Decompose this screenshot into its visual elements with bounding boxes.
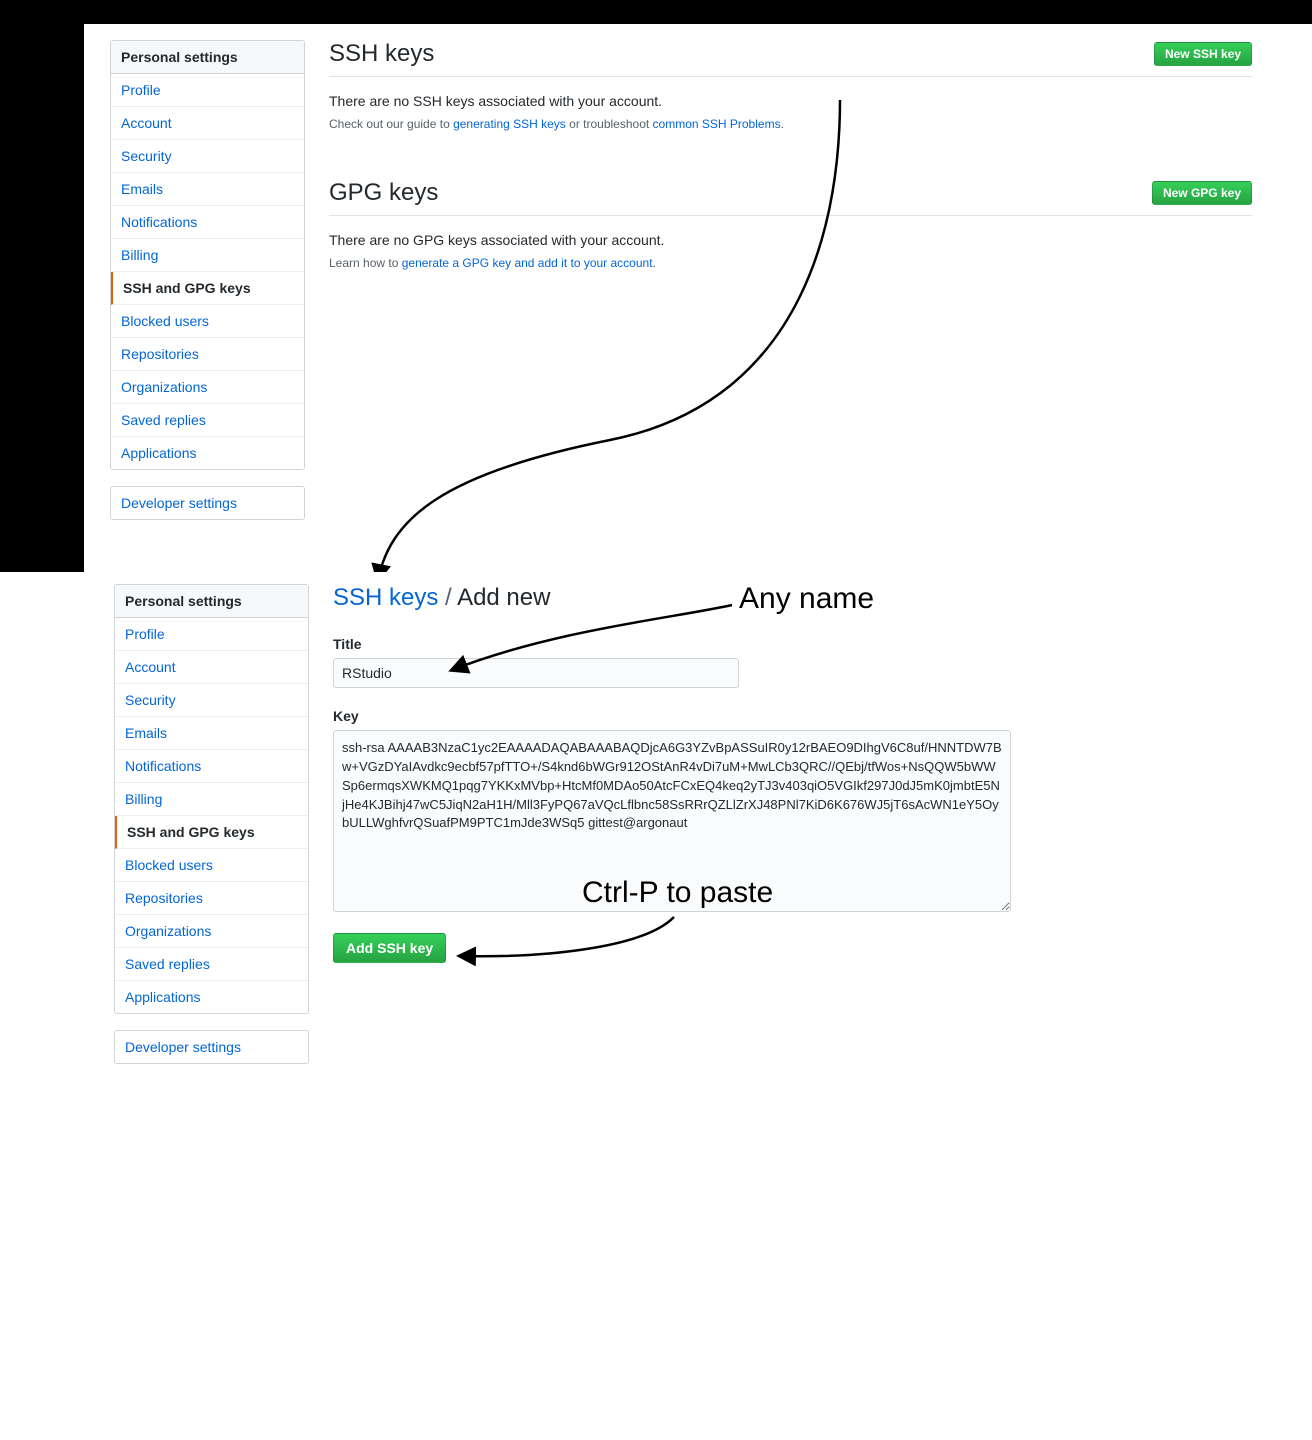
sidebar-item-notifications[interactable]: Notifications xyxy=(111,206,304,239)
sidebar-item-ssh-gpg-keys: SSH and GPG keys xyxy=(111,272,304,305)
sidebar-item-profile[interactable]: Profile xyxy=(111,74,304,107)
sidebar-item-account[interactable]: Account xyxy=(111,107,304,140)
sidebar-item-blocked-users-2[interactable]: Blocked users xyxy=(115,849,308,882)
sidebar-item-organizations-2[interactable]: Organizations xyxy=(115,915,308,948)
sidebar-item-notifications-2[interactable]: Notifications xyxy=(115,750,308,783)
sidebar-item-developer-settings-2[interactable]: Developer settings xyxy=(115,1031,308,1063)
sidebar-item-emails[interactable]: Emails xyxy=(111,173,304,206)
sidebar-item-billing[interactable]: Billing xyxy=(111,239,304,272)
sidebar-item-billing-2[interactable]: Billing xyxy=(115,783,308,816)
sidebar-item-developer-settings[interactable]: Developer settings xyxy=(111,487,304,519)
sidebar-item-repositories[interactable]: Repositories xyxy=(111,338,304,371)
ssh-keys-heading: SSH keys xyxy=(329,40,434,68)
title-input[interactable] xyxy=(333,658,739,688)
breadcrumb: SSH keys / Add new xyxy=(333,584,1288,612)
gpg-empty-text: There are no GPG keys associated with yo… xyxy=(329,232,1252,248)
sidebar-item-blocked-users[interactable]: Blocked users xyxy=(111,305,304,338)
key-textarea[interactable] xyxy=(333,730,1011,912)
breadcrumb-ssh-keys-link[interactable]: SSH keys xyxy=(333,584,438,611)
gpg-keys-heading: GPG keys xyxy=(329,179,438,207)
breadcrumb-current: Add new xyxy=(457,584,550,611)
sidebar: Personal settings Profile Account Securi… xyxy=(110,40,305,572)
ssh-help-text: Check out our guide to generating SSH ke… xyxy=(329,117,1252,131)
sidebar-header: Personal settings xyxy=(111,41,304,74)
generate-gpg-key-link[interactable]: generate a GPG key and add it to your ac… xyxy=(402,256,653,270)
sidebar-item-repositories-2[interactable]: Repositories xyxy=(115,882,308,915)
sidebar-item-saved-replies[interactable]: Saved replies xyxy=(111,404,304,437)
sidebar-item-emails-2[interactable]: Emails xyxy=(115,717,308,750)
common-ssh-problems-link[interactable]: common SSH Problems xyxy=(653,117,781,131)
ssh-empty-text: There are no SSH keys associated with yo… xyxy=(329,93,1252,109)
key-label: Key xyxy=(333,708,1288,724)
generating-ssh-keys-link[interactable]: generating SSH keys xyxy=(453,117,566,131)
new-ssh-key-button[interactable]: New SSH key xyxy=(1154,42,1252,66)
sidebar-item-saved-replies-2[interactable]: Saved replies xyxy=(115,948,308,981)
sidebar-2: Personal settings Profile Account Securi… xyxy=(114,584,309,1082)
add-ssh-key-submit-button[interactable]: Add SSH key xyxy=(333,933,446,963)
sidebar-item-applications[interactable]: Applications xyxy=(111,437,304,469)
sidebar-item-profile-2[interactable]: Profile xyxy=(115,618,308,651)
gpg-help-text: Learn how to generate a GPG key and add … xyxy=(329,256,1252,270)
sidebar-item-security-2[interactable]: Security xyxy=(115,684,308,717)
sidebar-item-organizations[interactable]: Organizations xyxy=(111,371,304,404)
sidebar-item-security[interactable]: Security xyxy=(111,140,304,173)
sidebar-header-2: Personal settings xyxy=(115,585,308,618)
sidebar-item-applications-2[interactable]: Applications xyxy=(115,981,308,1013)
sidebar-item-ssh-gpg-keys-2: SSH and GPG keys xyxy=(115,816,308,849)
title-label: Title xyxy=(333,636,1288,652)
sidebar-item-account-2[interactable]: Account xyxy=(115,651,308,684)
new-gpg-key-button[interactable]: New GPG key xyxy=(1152,181,1252,205)
